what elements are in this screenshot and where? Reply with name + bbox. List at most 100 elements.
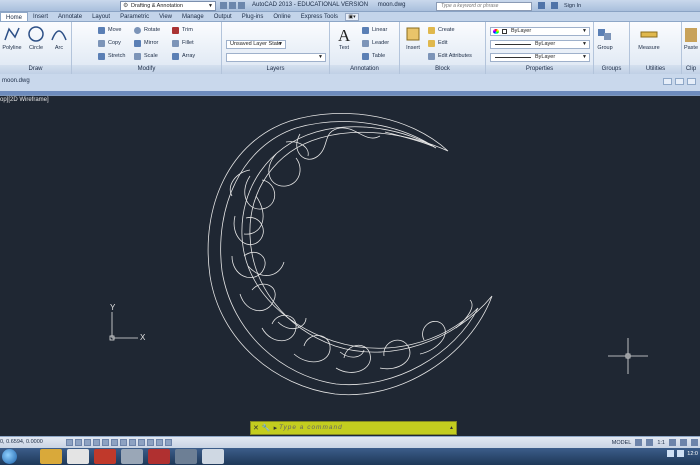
dyn-icon[interactable] [129,439,136,446]
insert-button[interactable]: Insert [402,25,424,51]
undo-icon[interactable] [229,2,236,9]
paste-button[interactable]: Paste [682,25,700,51]
close-icon[interactable] [687,78,696,85]
table-button[interactable]: Table [362,52,385,60]
lineweight-select[interactable]: ByLayer ▼ [490,53,590,62]
lock-icon[interactable] [680,439,687,446]
tab-parametric[interactable]: Parametric [115,12,154,21]
quick-properties-icon[interactable] [156,439,163,446]
polyline-button[interactable]: Polyline [0,25,24,51]
leader-button[interactable]: Leader [362,39,389,47]
group-button[interactable]: Group [595,25,615,51]
scale-label: Scale [144,53,158,59]
properties-panel-label[interactable]: Properties [486,65,593,74]
annotation-panel: A Text Linear Leader Table Annotation [330,22,400,74]
utilities-panel-label[interactable]: Utilities [630,65,681,74]
ducs-icon[interactable] [120,439,127,446]
autocad-app-icon[interactable] [148,449,170,464]
volume-icon[interactable] [677,450,685,457]
layer-state-select[interactable]: Unsaved Layer State ▼ [226,40,286,49]
fillet-button[interactable]: Fillet [172,39,194,47]
model-space-button[interactable]: MODEL [612,440,632,446]
stretch-button[interactable]: Stretch [98,52,125,60]
restore-icon[interactable] [675,78,684,85]
layers-panel-label[interactable]: Layers [222,65,329,74]
wrench-icon[interactable]: 🔧 [262,424,271,433]
tab-plugins[interactable]: Plug-ins [237,12,269,21]
drawing-viewport[interactable]: op][2D Wireframe] Y X [0,96,700,436]
osnap-icon[interactable] [102,439,109,446]
tools-app-icon[interactable] [175,449,197,464]
otrack-icon[interactable] [111,439,118,446]
linear-button[interactable]: Linear [362,26,387,34]
binoculars-icon[interactable] [538,2,545,9]
clock[interactable]: 12:0 [687,451,698,457]
copy-button[interactable]: Copy [98,39,121,47]
groups-panel-label[interactable]: Groups [594,65,629,74]
tab-insert[interactable]: Insert [28,12,53,21]
rotate-button[interactable]: Rotate [134,26,160,34]
fullscreen-icon[interactable] [691,439,698,446]
search-input[interactable]: Type a keyword or phrase [436,2,532,11]
save-icon[interactable] [220,2,227,9]
annotation-panel-label[interactable]: Annotation [330,65,399,74]
file-explorer-icon[interactable] [40,449,62,464]
start-button[interactable] [2,449,17,464]
network-icon[interactable] [667,450,675,457]
ortho-icon[interactable] [84,439,91,446]
circle-button[interactable]: Circle [25,25,47,51]
snap-icon[interactable] [66,439,73,446]
document-app-icon[interactable] [67,449,89,464]
redo-icon[interactable] [238,2,245,9]
trim-button[interactable]: Trim [172,26,193,34]
tab-online[interactable]: Online [268,12,295,21]
mirror-button[interactable]: Mirror [134,39,158,47]
close-icon[interactable]: ✕ [253,424,259,433]
clipboard-panel-label[interactable]: Clip [682,65,700,74]
transparency-icon[interactable] [147,439,154,446]
layer-select[interactable]: ▼ [226,53,326,62]
office-app-icon[interactable] [94,449,116,464]
tab-view[interactable]: View [154,12,177,21]
command-input[interactable]: Type a command [279,424,343,431]
table-label: Table [372,53,386,59]
ribbon-toggle-button[interactable]: ▣▾ [344,13,359,21]
utility-app-icon[interactable] [121,449,143,464]
tab-home[interactable]: Home [0,12,29,21]
draw-panel-label[interactable]: Draw [0,65,71,74]
tab-express-tools[interactable]: Express Tools [296,12,343,21]
crescent-moon-drawing [207,112,493,396]
selection-cycling-icon[interactable] [165,439,172,446]
chevron-up-icon[interactable]: ▲ [449,425,454,431]
quick-view-icon[interactable] [635,439,643,446]
scale-button[interactable]: Scale [134,52,158,60]
document-tab[interactable]: moon.dwg [2,78,30,84]
move-button[interactable]: Move [98,26,121,34]
tab-annotate[interactable]: Annotate [53,12,87,21]
paint-app-icon[interactable] [202,449,224,464]
polar-icon[interactable] [93,439,100,446]
measure-button[interactable]: Measure [634,25,664,51]
edit-attributes-button[interactable]: Edit Attributes [428,52,472,60]
edit-block-button[interactable]: Edit [428,39,447,47]
modify-panel-label[interactable]: Modify [72,65,221,74]
tab-layout[interactable]: Layout [87,12,115,21]
lineweight-toggle-icon[interactable] [138,439,145,446]
annotation-scale-select[interactable]: 1:1 [657,440,665,446]
create-block-button[interactable]: Create [428,26,455,34]
grid-icon[interactable] [75,439,82,446]
workspace-switch-icon[interactable] [669,439,676,446]
block-panel-label[interactable]: Block [400,65,485,74]
tab-output[interactable]: Output [209,12,237,21]
array-button[interactable]: Array [172,52,195,60]
tab-manage[interactable]: Manage [177,12,209,21]
linetype-select[interactable]: ByLayer ▼ [490,40,590,49]
workspace-selector[interactable]: ⚙ Drafting & Annotation ▼ [120,1,216,11]
color-select[interactable]: ByLayer ▼ [490,27,590,36]
arc-button[interactable]: Arc [48,25,70,51]
sign-in-link[interactable]: Sign In [564,3,581,9]
text-button[interactable]: A Text [334,25,354,51]
command-line[interactable]: ✕ 🔧 ▸ Type a command ▲ [250,421,457,435]
move-label: Move [108,27,122,33]
minimize-icon[interactable] [663,78,672,85]
